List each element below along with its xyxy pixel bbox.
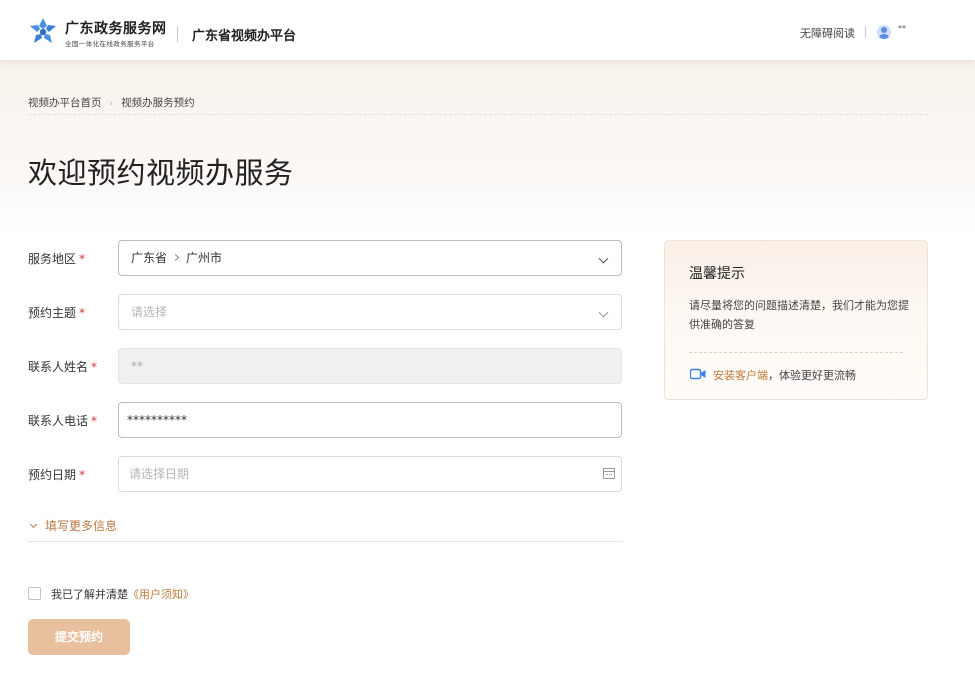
- tips-body: 请尽量将您的问题描述清楚，我们才能为您提供准确的答复: [689, 299, 909, 331]
- region-label-text: 服务地区: [28, 252, 77, 266]
- breadcrumb: 视频办平台首页 › 视频办服务预约: [28, 95, 195, 110]
- breadcrumb-home-link[interactable]: 视频办平台首页: [28, 97, 102, 109]
- required-mark: *: [79, 252, 86, 266]
- logo-title[interactable]: 广东政务服务网: [65, 18, 167, 38]
- required-mark: *: [79, 306, 86, 320]
- required-mark: *: [79, 468, 86, 482]
- user-avatar-icon[interactable]: [877, 25, 891, 39]
- accessible-reading-link[interactable]: 无障碍阅读: [800, 25, 855, 41]
- date-label: 预约日期 *: [28, 466, 85, 483]
- agreement-text: 我已了解并清楚《用户须知》: [51, 586, 194, 602]
- agreement-label: 我已了解并清楚: [51, 588, 128, 601]
- region-label: 服务地区 *: [28, 250, 85, 267]
- more-info-label: 填写更多信息: [45, 519, 118, 533]
- contact-phone-label-text: 联系人电话: [28, 414, 89, 428]
- logo-subtitle: 全国一体化在线政务服务平台: [65, 40, 155, 48]
- topic-placeholder: 请选择: [131, 305, 168, 319]
- page-title: 欢迎预约视频办服务: [28, 156, 294, 190]
- calendar-icon: [603, 468, 615, 479]
- region-select[interactable]: 广东省 广州市: [118, 240, 622, 276]
- contact-phone-label: 联系人电话 *: [28, 412, 97, 429]
- contact-name-label: 联系人姓名 *: [28, 358, 97, 375]
- logo-divider: [177, 26, 178, 42]
- install-client-link[interactable]: 安装客户端: [713, 369, 768, 382]
- topic-select[interactable]: 请选择: [118, 294, 622, 330]
- breadcrumb-divider: [28, 114, 928, 115]
- breadcrumb-current: 视频办服务预约: [121, 97, 195, 109]
- region-separator-icon: [171, 253, 180, 262]
- tips-install-row: 安装客户端，体验更好更流畅: [713, 367, 856, 383]
- contact-phone-field[interactable]: **********: [118, 402, 622, 438]
- chevron-down-icon: [29, 520, 38, 529]
- region-city: 广州市: [186, 251, 223, 265]
- user-notice-link[interactable]: 《用户须知》: [128, 588, 194, 601]
- date-label-text: 预约日期: [28, 468, 77, 482]
- chevron-down-icon: [598, 253, 609, 264]
- header-separator: [865, 26, 866, 38]
- tips-title: 温馨提示: [689, 266, 745, 282]
- contact-name-value: **: [131, 359, 143, 373]
- breadcrumb-separator-icon: ›: [109, 99, 114, 109]
- region-province: 广东省: [131, 251, 168, 265]
- topic-label-text: 预约主题: [28, 306, 77, 320]
- topic-label: 预约主题 *: [28, 304, 85, 321]
- platform-name[interactable]: 广东省视频办平台: [192, 25, 296, 44]
- date-picker[interactable]: 请选择日期: [118, 456, 622, 492]
- install-suffix: ，体验更好更流畅: [768, 369, 856, 382]
- more-info-divider: [28, 541, 622, 542]
- tips-divider: [689, 352, 903, 353]
- user-name[interactable]: **: [898, 24, 906, 33]
- contact-name-label-text: 联系人姓名: [28, 360, 89, 374]
- gov-service-logo-icon[interactable]: [28, 17, 58, 47]
- contact-name-field: **: [118, 348, 622, 384]
- contact-phone-value: **********: [127, 413, 187, 427]
- required-mark: *: [91, 414, 98, 428]
- top-navigation-bar: 广东政务服务网 全国一体化在线政务服务平台 广东省视频办平台 无障碍阅读 **: [0, 0, 975, 60]
- required-mark: *: [91, 360, 98, 374]
- date-placeholder: 请选择日期: [129, 467, 190, 481]
- tips-card: 温馨提示 请尽量将您的问题描述清楚，我们才能为您提供准确的答复 安装客户端，体验…: [664, 240, 928, 400]
- submit-button[interactable]: 提交预约: [28, 619, 130, 655]
- chevron-down-icon: [598, 307, 609, 318]
- more-info-toggle[interactable]: 填写更多信息: [28, 517, 117, 534]
- video-camera-icon: [690, 368, 706, 380]
- agreement-checkbox[interactable]: [28, 587, 41, 600]
